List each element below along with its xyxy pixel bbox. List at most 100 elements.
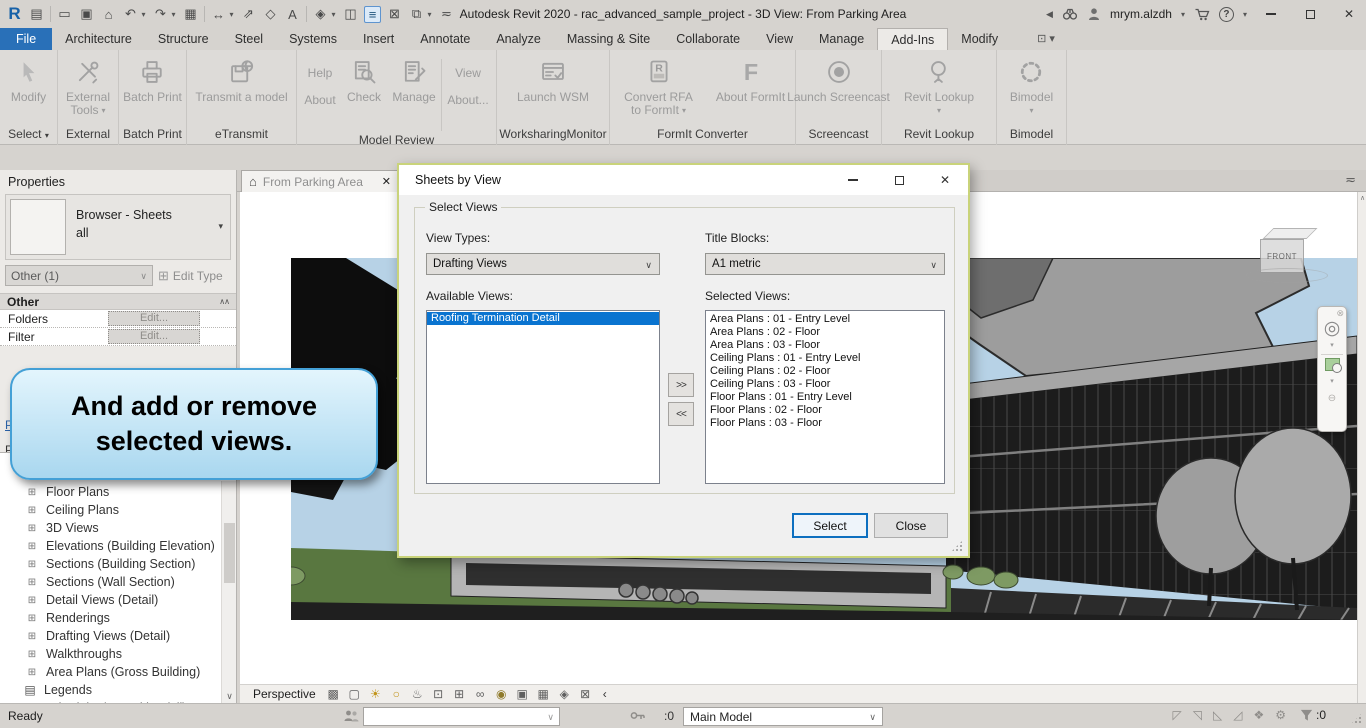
select-underlay-icon[interactable]: ◹ xyxy=(1193,708,1202,722)
type-selector[interactable]: Browser - Sheets all ▾ xyxy=(5,194,231,260)
launch-wsm-button[interactable]: Launch WSM xyxy=(517,53,589,125)
default-3d-view-icon[interactable]: ◈ xyxy=(312,6,329,22)
section-icon[interactable]: ◫ xyxy=(342,6,359,22)
tag-by-category-icon[interactable]: ◇ xyxy=(262,6,279,22)
switch-windows-dropdown-icon[interactable]: ▾ xyxy=(426,10,433,19)
edit-type-button[interactable]: ⊞Edit Type xyxy=(158,268,223,284)
wheel-dropdown-icon[interactable]: ▾ xyxy=(1330,341,1334,349)
qat-separator[interactable] xyxy=(306,6,307,22)
tree-item[interactable]: Walkthroughs xyxy=(0,645,236,663)
modify-button[interactable]: Modify xyxy=(11,53,46,125)
close-hidden-windows-icon[interactable]: ⊠ xyxy=(386,6,403,22)
available-views-list[interactable]: Roofing Termination Detail xyxy=(426,310,660,484)
vertical-scrollbar[interactable]: ∧ xyxy=(1357,192,1366,703)
expander-icon[interactable] xyxy=(26,505,38,516)
tab-file[interactable]: File xyxy=(0,28,52,50)
expander-icon[interactable] xyxy=(26,613,38,624)
visual-style-icon[interactable]: ▢ xyxy=(347,687,362,701)
help-icon[interactable]: ? xyxy=(1219,7,1234,22)
measure-icon[interactable]: ↔ xyxy=(210,7,227,22)
title-blocks-combo[interactable]: A1 metric∨ xyxy=(705,253,945,275)
selected-views-list[interactable]: Area Plans : 01 - Entry Level Area Plans … xyxy=(705,310,945,484)
bimodel-button[interactable]: Bimodel ▾ xyxy=(1010,53,1053,125)
tab-collaborate[interactable]: Collaborate xyxy=(663,28,753,50)
remove-views-button[interactable]: << xyxy=(668,402,694,426)
revit-logo[interactable]: R xyxy=(6,4,23,24)
drag-on-selection-icon[interactable]: ❖ xyxy=(1253,708,1264,722)
restore-button[interactable] xyxy=(1295,2,1325,26)
expander-icon[interactable] xyxy=(24,683,36,697)
launch-screencast-button[interactable]: Launch Screencast xyxy=(787,53,890,125)
detail-level-icon[interactable]: ▩ xyxy=(326,687,341,701)
tab-manage[interactable]: Manage xyxy=(806,28,877,50)
show-crop-region-icon[interactable]: ⊞ xyxy=(452,687,467,701)
collapse-view-bar-icon[interactable]: ‹ xyxy=(603,687,607,701)
sun-path-icon[interactable]: ☀ xyxy=(368,687,383,701)
expander-icon[interactable] xyxy=(26,577,38,588)
open-icon[interactable]: ▭ xyxy=(56,6,73,22)
expander-icon[interactable] xyxy=(26,595,38,606)
user-avatar-icon[interactable] xyxy=(1087,7,1101,21)
redo-dropdown-icon[interactable]: ▾ xyxy=(170,10,177,19)
print-icon[interactable]: ▦ xyxy=(182,6,199,22)
tree-scrollbar[interactable]: ∨ xyxy=(221,481,236,703)
select-by-face-icon[interactable]: ◿ xyxy=(1233,708,1242,722)
expander-icon[interactable] xyxy=(26,487,38,498)
tree-item[interactable]: Detail Views (Detail) xyxy=(0,591,236,609)
select-links-icon[interactable]: ◸ xyxy=(1173,708,1182,722)
undo-icon[interactable]: ↶ xyxy=(122,6,139,22)
tab-architecture[interactable]: Architecture xyxy=(52,28,145,50)
expander-icon[interactable] xyxy=(26,523,38,534)
redo-icon[interactable]: ↷ xyxy=(152,6,169,22)
zoom-tool-icon[interactable] xyxy=(1325,358,1340,371)
rendering-dialog-icon[interactable]: ♨ xyxy=(410,687,425,701)
text-icon[interactable]: A xyxy=(284,7,301,22)
selection-filter[interactable]: :0 xyxy=(1299,708,1326,722)
check-button[interactable]: Check xyxy=(341,53,387,131)
tab-massing-site[interactable]: Massing & Site xyxy=(554,28,663,50)
tab-add-ins[interactable]: Add-Ins xyxy=(877,28,948,50)
minimize-button[interactable] xyxy=(1256,2,1286,26)
manage-button[interactable]: Manage xyxy=(388,53,440,131)
qat-separator[interactable] xyxy=(204,6,205,22)
switch-windows-icon[interactable]: ⧉ xyxy=(408,6,425,22)
customize-qat-icon[interactable]: ≂ xyxy=(438,6,455,22)
model-review-view-button[interactable]: View xyxy=(455,66,481,80)
tree-item[interactable]: Floor Plans xyxy=(0,483,236,501)
expander-icon[interactable] xyxy=(26,649,38,660)
view-types-combo[interactable]: Drafting Views∨ xyxy=(426,253,660,275)
user-dropdown-icon[interactable]: ▾ xyxy=(1181,10,1185,19)
external-tools-button[interactable]: External Tools▾ xyxy=(66,53,110,125)
tree-item[interactable]: Sections (Building Section) xyxy=(0,555,236,573)
editing-requests-icon[interactable] xyxy=(630,709,646,722)
3d-view-dropdown-icon[interactable]: ▾ xyxy=(330,10,337,19)
model-review-about-button[interactable]: About xyxy=(304,93,335,107)
view-tab-from-parking-area[interactable]: ⌂ From Parking Area ✕ xyxy=(241,170,399,192)
tab-analyze[interactable]: Analyze xyxy=(483,28,553,50)
tree-item[interactable]: Area Plans (Gross Building) xyxy=(0,663,236,681)
tree-item[interactable]: Drafting Views (Detail) xyxy=(0,627,236,645)
zoom-dropdown-icon[interactable]: ▾ xyxy=(1330,377,1334,385)
select-pinned-icon[interactable]: ◺ xyxy=(1213,708,1222,722)
collapse-search-icon[interactable]: ◀ xyxy=(1046,9,1053,20)
selected-view-item[interactable]: Area Plans : 03 - Floor xyxy=(706,339,944,352)
tree-item[interactable]: Renderings xyxy=(0,609,236,627)
lock-3d-view-icon[interactable]: ⊠ xyxy=(578,687,593,701)
editing-requests-count[interactable]: :0 xyxy=(664,709,674,723)
viewcube-top-face[interactable] xyxy=(1263,228,1318,239)
crop-view-icon[interactable]: ⊡ xyxy=(431,687,446,701)
tab-annotate[interactable]: Annotate xyxy=(407,28,483,50)
edit-button[interactable]: Edit... xyxy=(108,311,200,326)
selected-view-item[interactable]: Area Plans : 01 - Entry Level xyxy=(706,313,944,326)
expander-icon[interactable] xyxy=(26,631,38,642)
close-button[interactable]: ✕ xyxy=(1334,2,1364,26)
tree-item[interactable]: Sections (Wall Section) xyxy=(0,573,236,591)
edit-button[interactable]: Edit... xyxy=(108,329,200,344)
shadows-icon[interactable]: ○ xyxy=(389,687,404,701)
available-view-item[interactable]: Roofing Termination Detail xyxy=(427,312,659,325)
view-scale-label[interactable]: Perspective xyxy=(253,687,316,701)
tree-item[interactable]: Legends xyxy=(0,681,236,699)
select-button[interactable]: Select xyxy=(792,513,868,538)
model-review-help-button[interactable]: Help xyxy=(308,66,333,80)
selected-view-item[interactable]: Ceiling Plans : 03 - Floor xyxy=(706,378,944,391)
